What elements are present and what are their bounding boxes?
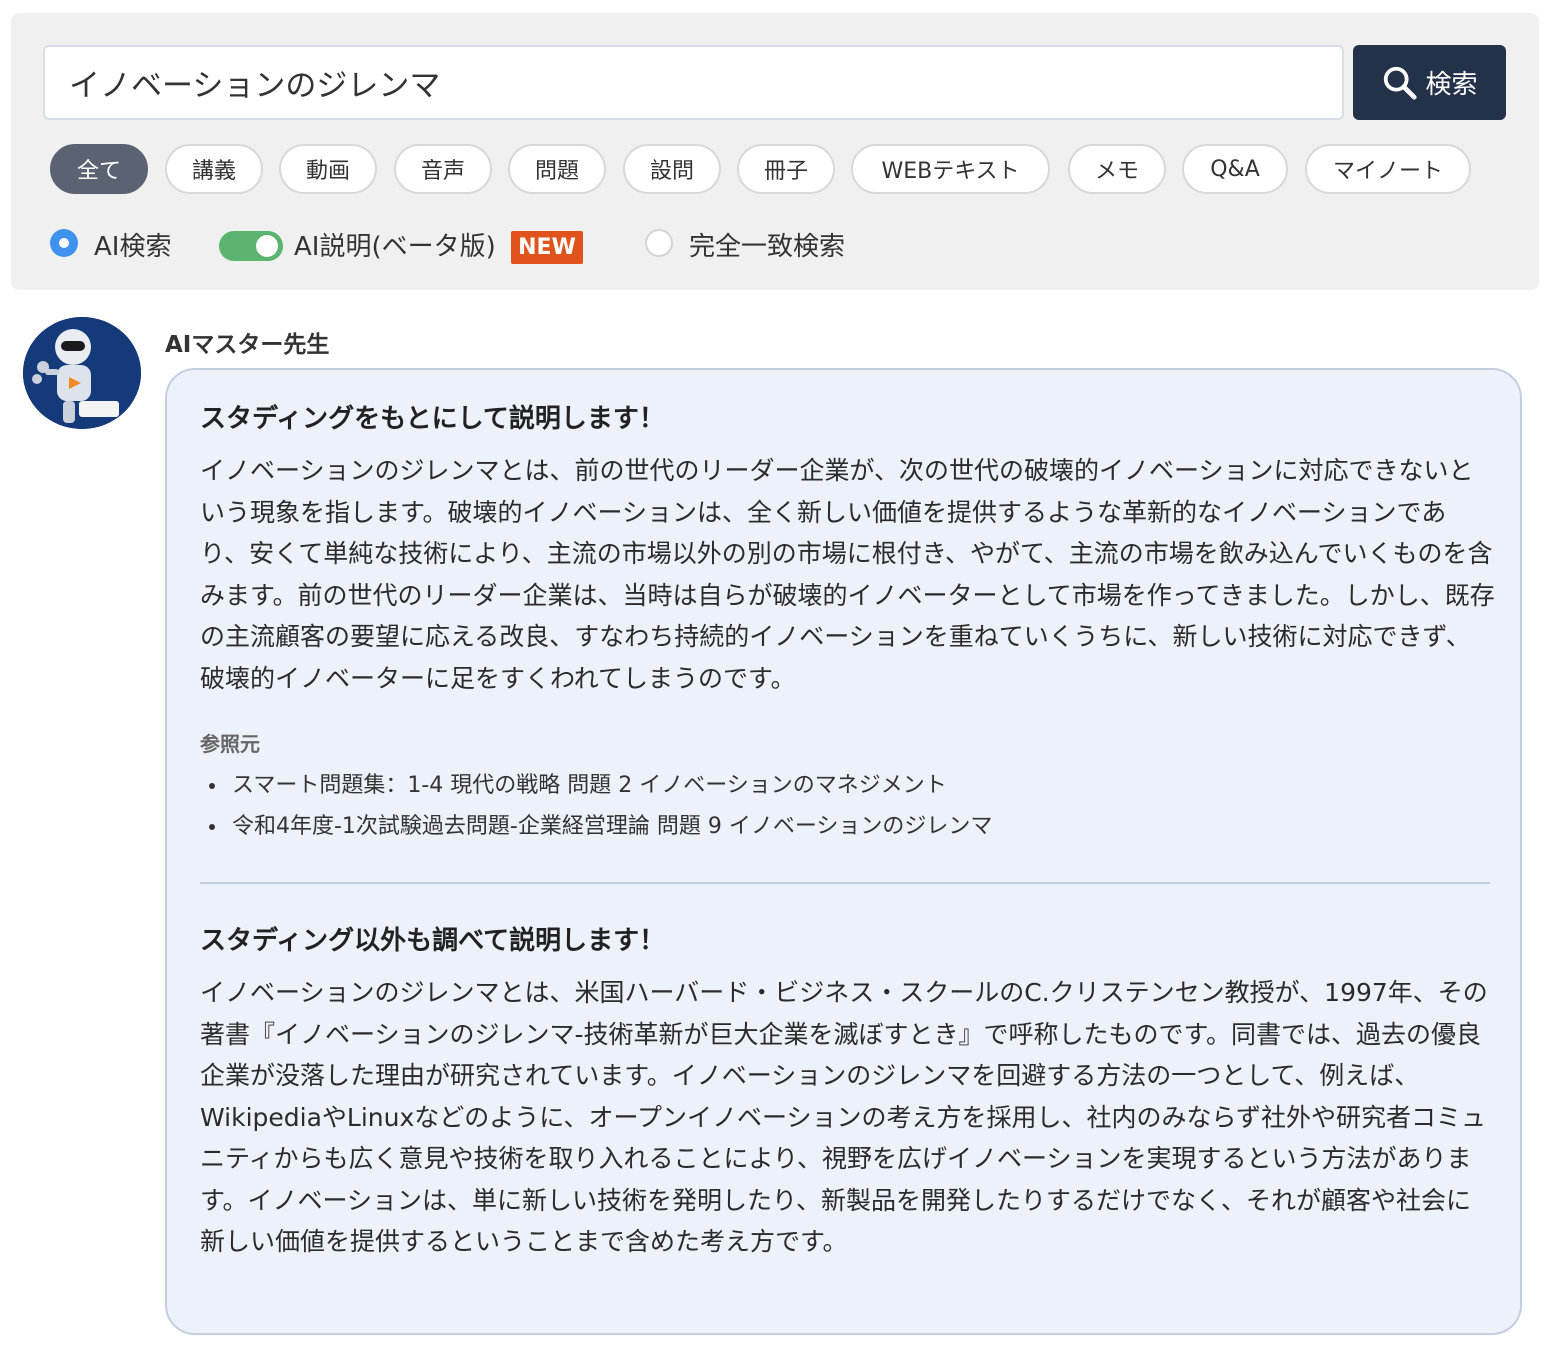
teacher-name: AIマスター先生 (165, 332, 330, 358)
section-heading: スタディングをもとにして説明します！ (200, 404, 665, 434)
filter-chip-memo[interactable]: メモ (1068, 144, 1166, 194)
section-body: イノベーションのジレンマとは、米国ハーバード・ビジネス・スクールのC.クリステン… (200, 978, 1488, 1256)
filter-chip-qa[interactable]: Q&A (1182, 144, 1288, 194)
filter-chip-webtext[interactable]: WEBテキスト (851, 144, 1050, 194)
ai-explain-label: AI説明(ベータ版) (294, 232, 496, 262)
search-button[interactable]: 検索 (1353, 45, 1506, 120)
new-badge: NEW (511, 231, 583, 264)
exact-match-radio[interactable] (645, 229, 673, 257)
section-body: イノベーションのジレンマとは、前の世代のリーダー企業が、次の世代の破壊的イノベー… (200, 456, 1495, 693)
filter-chip-problem[interactable]: 問題 (508, 144, 606, 194)
section-heading: スタディング以外も調べて説明します！ (200, 926, 666, 956)
filter-chip-audio[interactable]: 音声 (394, 144, 492, 194)
filter-chip-video[interactable]: 動画 (279, 144, 377, 194)
filter-chip-booklet[interactable]: 冊子 (737, 144, 835, 194)
filter-chip-lecture[interactable]: 講義 (165, 144, 263, 194)
robot-teacher-avatar (23, 317, 141, 429)
ai-search-label: AI検索 (94, 232, 172, 262)
exact-match-label: 完全一致検索 (689, 232, 846, 262)
reference-link[interactable]: スマート問題集：1-4 現代の戦略 問題 2 イノベーションのマネジメント (200, 765, 992, 806)
search-options: AI検索 AI説明(ベータ版) NEW 完全一致検索 (50, 218, 1450, 268)
search-icon (1384, 66, 1418, 100)
search-panel: 検索 全て 講義 動画 音声 問題 設問 冊子 WEBテキスト メモ Q&A マ… (11, 13, 1539, 290)
ai-search-radio[interactable] (50, 229, 78, 257)
ai-answer-card: スタディングをもとにして説明します！ イノベーションのジレンマとは、前の世代のリ… (165, 368, 1522, 1335)
divider (200, 882, 1490, 884)
search-button-label: 検索 (1425, 70, 1478, 100)
references-title: 参照元 (200, 732, 260, 756)
search-input[interactable] (43, 45, 1344, 120)
filter-chip-all[interactable]: 全て (50, 144, 148, 194)
filter-chip-mynote[interactable]: マイノート (1305, 144, 1471, 194)
ai-explain-toggle[interactable] (219, 231, 283, 261)
filter-chip-question[interactable]: 設問 (623, 144, 721, 194)
references-list: スマート問題集：1-4 現代の戦略 問題 2 イノベーションのマネジメント 令和… (200, 765, 992, 847)
reference-link[interactable]: 令和4年度-1次試験過去問題-企業経営理論 問題 9 イノベーションのジレンマ (200, 806, 992, 847)
